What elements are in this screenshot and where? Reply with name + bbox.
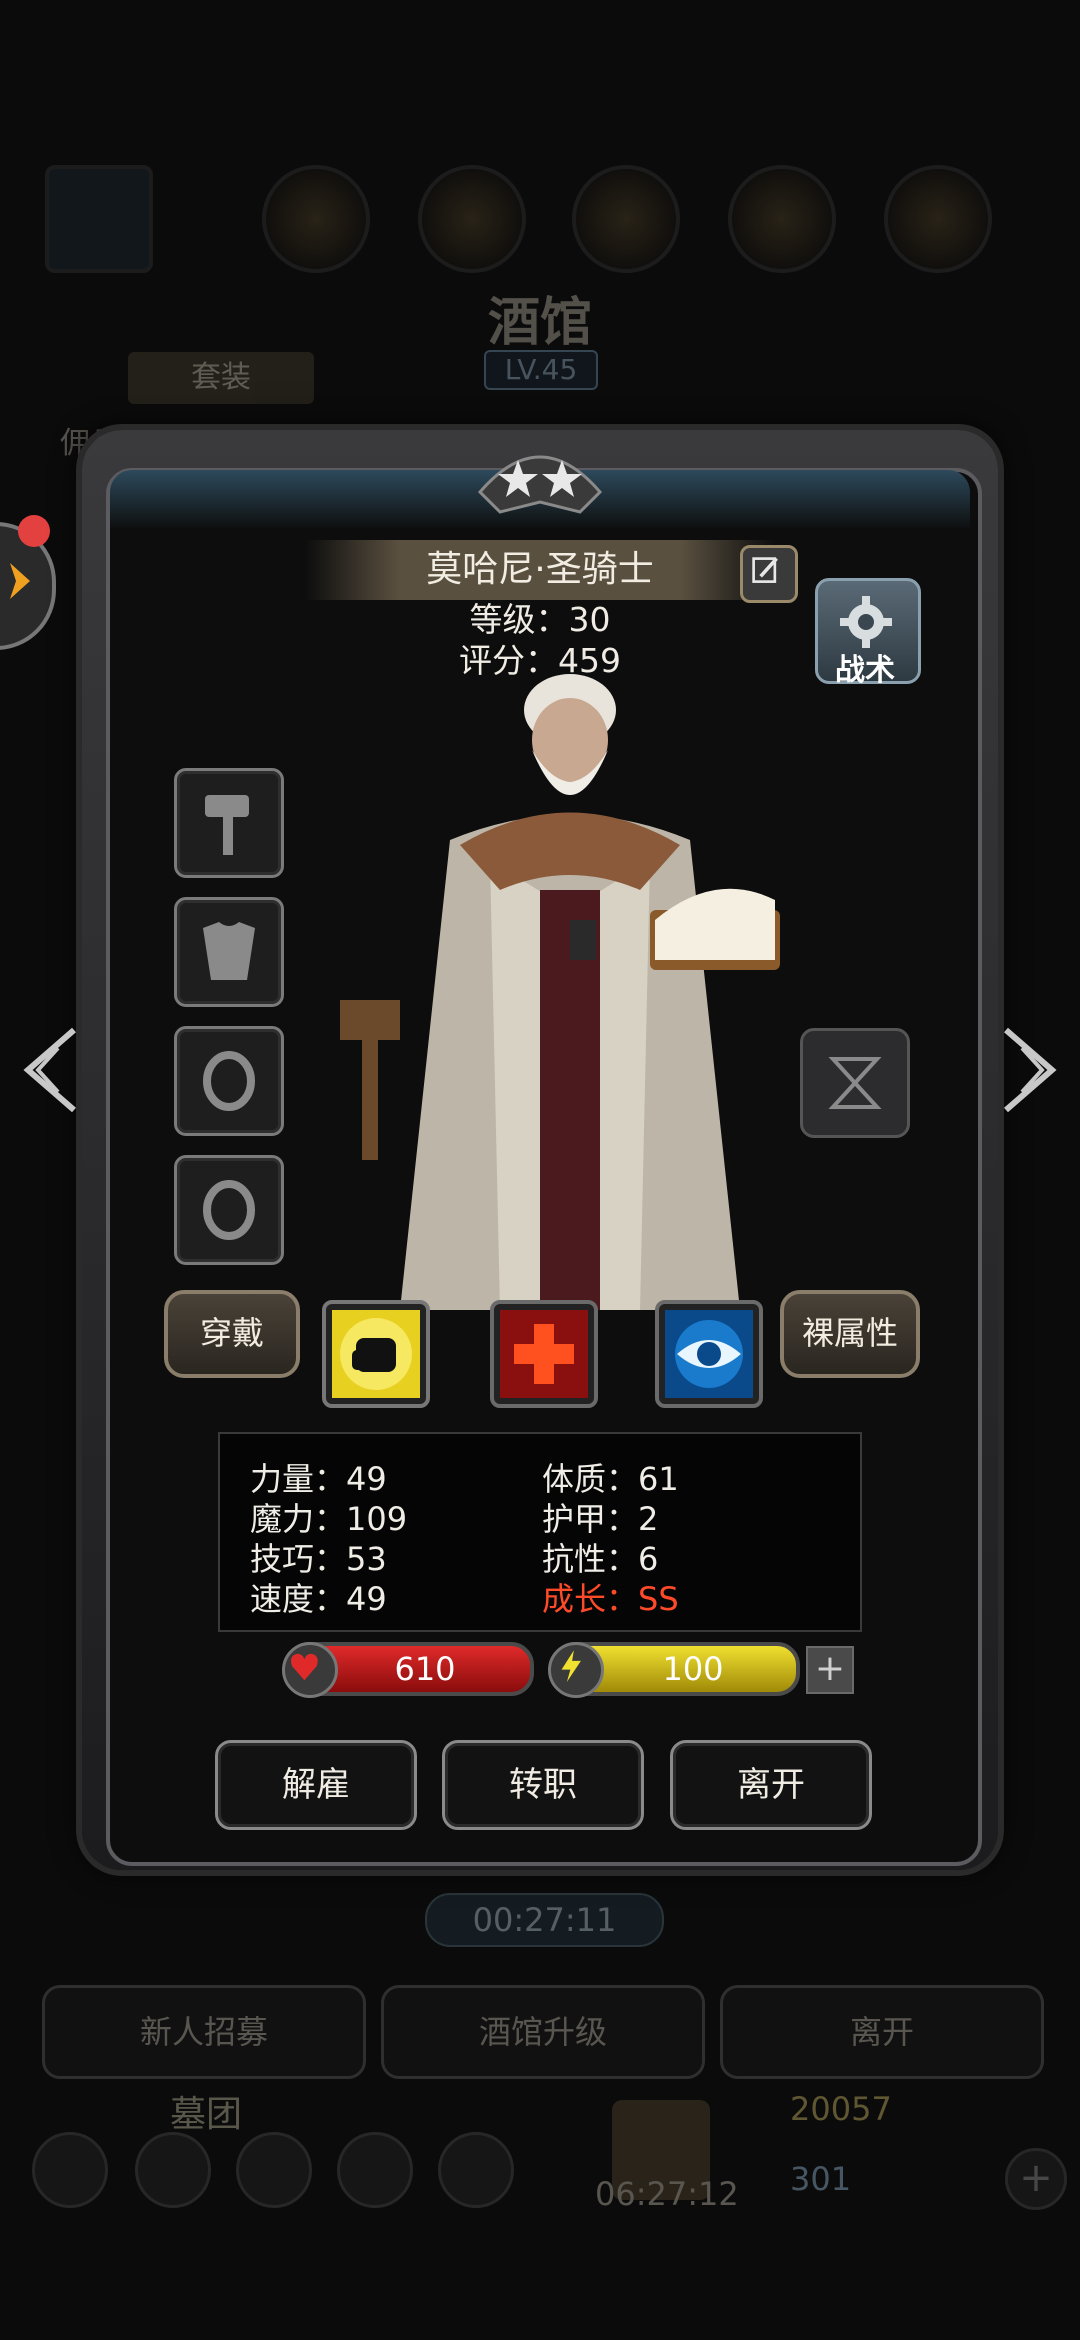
eye-skill-icon bbox=[665, 1310, 753, 1398]
star-rating-crest bbox=[477, 455, 603, 514]
skill-slot-2[interactable] bbox=[490, 1300, 598, 1408]
change-job-button[interactable]: 转职 bbox=[442, 1740, 644, 1830]
next-hero-arrow-icon[interactable] bbox=[996, 1020, 1066, 1120]
hammer-icon bbox=[205, 795, 249, 855]
notification-dot bbox=[18, 515, 50, 547]
armor-slot[interactable] bbox=[174, 897, 284, 1007]
heal-cross-skill-icon bbox=[500, 1310, 588, 1398]
top-slot-icon bbox=[45, 165, 153, 273]
previous-hero-arrow-icon[interactable] bbox=[14, 1020, 84, 1120]
refresh-timer: 00:27:11 bbox=[425, 1893, 664, 1947]
upgrade-tavern-button[interactable]: 酒馆升级 bbox=[381, 1985, 705, 2079]
lightning-icon bbox=[548, 1642, 604, 1698]
ring-slot-2[interactable] bbox=[174, 1155, 284, 1265]
tactics-label: 战术 bbox=[835, 653, 895, 688]
fist-skill-icon bbox=[332, 1310, 420, 1398]
bare-attributes-button[interactable]: 裸属性 bbox=[780, 1290, 920, 1378]
heart-icon bbox=[282, 1642, 338, 1698]
hp-value: 610 bbox=[394, 1650, 456, 1688]
guild-label: 墓团 bbox=[170, 2094, 243, 2135]
menu-icon[interactable] bbox=[337, 2132, 413, 2208]
armor-icon bbox=[203, 922, 255, 980]
hourglass-icon bbox=[828, 1057, 882, 1109]
wear-button[interactable]: 穿戴 bbox=[164, 1290, 300, 1378]
weapon-slot[interactable] bbox=[174, 768, 284, 878]
energy-value: 100 bbox=[662, 1650, 724, 1688]
edit-name-button[interactable] bbox=[740, 545, 798, 603]
hero-name: 莫哈尼·圣骑士 bbox=[305, 540, 775, 600]
hero-portrait bbox=[340, 674, 780, 1310]
ring-slot-1[interactable] bbox=[174, 1026, 284, 1136]
top-slot-icon bbox=[418, 165, 526, 273]
skill-slot-1[interactable] bbox=[322, 1300, 430, 1408]
top-slot-icon bbox=[262, 165, 370, 273]
add-energy-button[interactable]: + bbox=[806, 1646, 854, 1694]
dismiss-button[interactable]: 解雇 bbox=[215, 1740, 417, 1830]
top-slot-icon bbox=[884, 165, 992, 273]
skill-slot-3[interactable] bbox=[655, 1300, 763, 1408]
menu-icon[interactable] bbox=[236, 2132, 312, 2208]
leave-button[interactable]: 离开 bbox=[670, 1740, 872, 1830]
add-currency-button[interactable]: + bbox=[1005, 2148, 1067, 2210]
gem-amount: 301 bbox=[790, 2160, 852, 2198]
stat-speed: 速度：49 bbox=[250, 1580, 387, 1618]
chest-timer: 06:27:12 bbox=[595, 2175, 739, 2213]
gold-amount: 20057 bbox=[790, 2090, 892, 2128]
set-tab[interactable]: 套装 bbox=[128, 352, 314, 404]
menu-icon[interactable] bbox=[32, 2132, 108, 2208]
stat-growth: 成长：SS bbox=[542, 1580, 679, 1618]
pencil-icon bbox=[752, 557, 778, 583]
gear-icon bbox=[840, 596, 892, 648]
tavern-level-badge: LV.45 bbox=[484, 350, 598, 390]
top-slot-icon bbox=[728, 165, 836, 273]
recruit-button[interactable]: 新人招募 bbox=[42, 1985, 366, 2079]
menu-icon[interactable] bbox=[135, 2132, 211, 2208]
leave-tavern-button[interactable]: 离开 bbox=[720, 1985, 1044, 2079]
hourglass-slot[interactable] bbox=[800, 1028, 910, 1138]
top-slot-icon bbox=[572, 165, 680, 273]
ring-icon bbox=[203, 1180, 255, 1240]
menu-icon[interactable] bbox=[438, 2132, 514, 2208]
chevron-right-icon bbox=[10, 563, 30, 599]
ring-icon bbox=[203, 1051, 255, 1111]
tavern-title: 酒馆 bbox=[487, 293, 592, 353]
